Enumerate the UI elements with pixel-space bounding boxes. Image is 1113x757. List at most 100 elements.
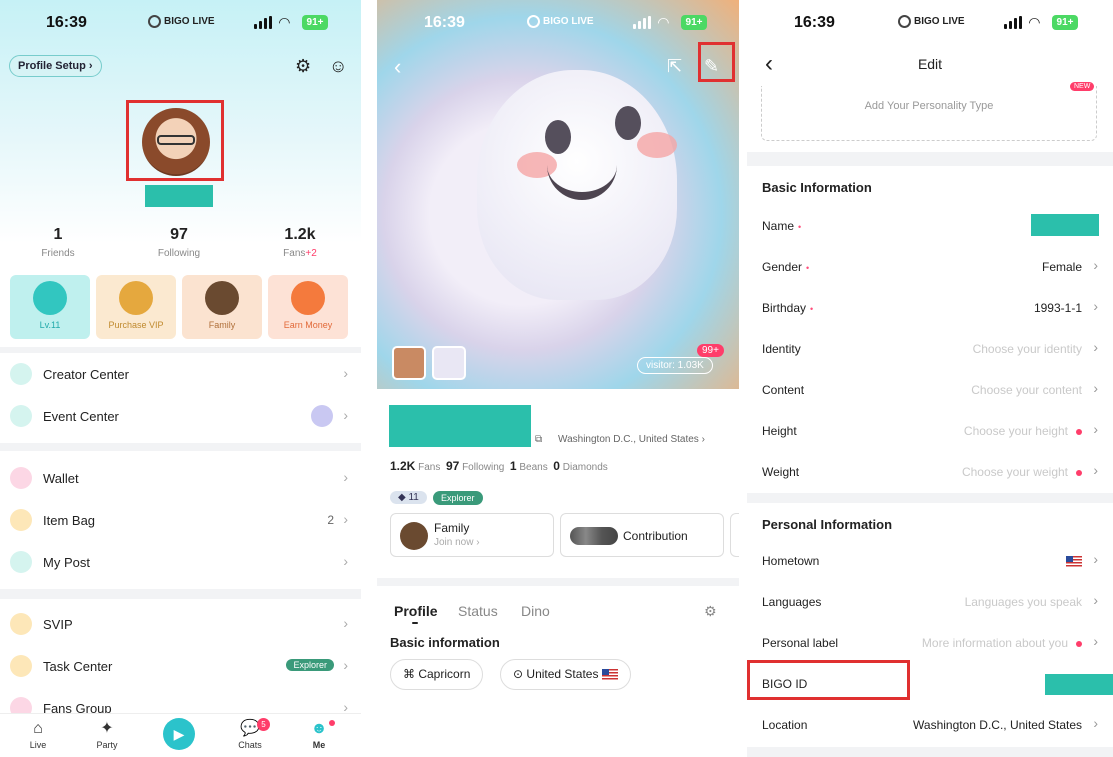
field-identity[interactable]: Identity Choose your identity › [747,329,1113,370]
new-dot [1076,640,1082,647]
stat-label: Fans+2 [260,248,340,259]
status-time: 16:39 [424,14,465,31]
brand-logo: BIGO LIVE [148,15,215,28]
field-birthday[interactable]: Birthday • 1993-1-1 › [747,288,1113,329]
menu-item-event-center[interactable]: Event Center › [0,395,361,437]
tab-me[interactable]: ☻ Me [294,718,344,750]
unread-badge: 99+ [697,344,724,357]
tile-level[interactable]: Lv.11 [10,275,90,339]
bigo-logo-icon [527,15,540,28]
chart-icon [10,363,32,385]
family-icon [400,522,428,550]
personality-label: Add Your Personality Type [864,100,994,112]
field-placeholder: Choose your height [964,424,1082,438]
menu-item-svip[interactable]: SVIP › [0,603,361,645]
count-value: 1.2K [390,459,416,473]
tile-earn-money[interactable]: Earn Money [268,275,348,339]
personality-section: Add Your Personality Type NEW [747,82,1113,152]
tab-chats[interactable]: 💬 Chats 5 [225,718,275,750]
stat-label: Following [157,248,201,259]
brand-text: BIGO LIVE [914,16,965,28]
family-card[interactable]: Family Join now › [390,513,554,557]
menu-item-task-center[interactable]: Task Center Explorer › [0,645,361,687]
photo-thumb-mascot[interactable] [432,346,466,380]
chip-zodiac: ⌘ Capricorn [390,659,484,690]
tab-dino[interactable]: Dino [521,603,550,619]
home-icon: ⌂ [33,720,43,737]
tab-label: Party [96,740,118,750]
visitor-count[interactable]: visitor: 1.03K [637,357,713,374]
menu-label: SVIP [43,617,73,632]
stat-label: Friends [41,248,75,259]
field-value: Female [1041,260,1082,274]
stat-following[interactable]: 97 Following [139,226,219,259]
count-label: Fans [418,462,441,473]
stat-fans[interactable]: 1.2k Fans+2 [260,226,340,259]
field-location[interactable]: Location Washington D.C., United States › [747,705,1113,747]
field-gender[interactable]: Gender • Female › [747,247,1113,288]
field-name[interactable]: Name • [747,206,1113,247]
share-icon[interactable]: ⇱ [667,56,682,77]
profile-setup-button[interactable]: Profile Setup › [9,55,102,77]
us-flag-icon [601,669,618,681]
settings-gear-icon[interactable]: ⚙ [704,603,717,620]
tile-purchase-vip[interactable]: Purchase VIP [96,275,176,339]
menu-item-creator-center[interactable]: Creator Center › [0,353,361,395]
menu-label: Wallet [43,471,79,486]
wallet-icon [10,467,32,489]
menu-item-my-post[interactable]: My Post › [0,541,361,583]
field-height[interactable]: Height Choose your height › [747,411,1113,452]
field-personal-label[interactable]: Personal label More information about you… [747,623,1113,664]
tab-profile[interactable]: Profile [394,603,438,619]
field-label: Weight [762,465,800,479]
contacts-icon[interactable]: ☺ [329,56,347,77]
tab-label: Me [312,740,326,750]
profile-tabs: Profile Status Dino ⚙ [377,578,739,628]
stat-friends[interactable]: 1 Friends [18,226,98,259]
battery-icon: 91+ [681,15,707,30]
chevron-right-icon: › [1093,715,1098,731]
new-dot [1076,469,1082,476]
family-title: Family [434,521,470,535]
personality-type-button[interactable]: Add Your Personality Type [761,86,1097,141]
field-hometown[interactable]: Hometown › [747,541,1113,582]
label-text: Birthday [762,301,807,315]
stat-value: 97 [170,226,188,243]
wifi-icon: ◠ [279,14,290,30]
back-icon[interactable]: ‹ [394,54,401,80]
field-weight[interactable]: Weight Choose your weight › [747,452,1113,493]
profile-location[interactable]: Washington D.C., United States › [558,434,705,445]
field-value [1066,554,1082,568]
status-time: 16:39 [46,14,87,31]
contribution-label: Contribution [623,529,688,543]
tab-label: Live [29,740,47,750]
copy-icon[interactable]: ⧉ [535,434,542,445]
tile-family[interactable]: Family [182,275,262,339]
contribution-card[interactable]: Contribution [560,513,724,557]
chevron-right-icon: › [1093,551,1098,567]
tab-go-live[interactable]: ▶ [154,718,204,750]
next-card[interactable] [730,513,739,557]
name-value-redacted [1031,214,1099,236]
menu-item-wallet[interactable]: Wallet › [0,457,361,499]
field-languages[interactable]: Languages Languages you speak › [747,582,1113,623]
field-placeholder: Choose your content [971,383,1082,397]
me-dot [329,720,335,726]
menu-item-item-bag[interactable]: Item Bag 2 › [0,499,361,541]
bigo-logo-icon [148,15,161,28]
stat-value: 1 [53,226,63,243]
tab-live[interactable]: ⌂ Live [13,718,63,750]
tab-status[interactable]: Status [458,603,498,619]
svip-icon [10,613,32,635]
signal-icon [633,16,653,29]
new-dot [1076,428,1082,435]
settings-gear-icon[interactable]: ⚙ [295,56,311,77]
chevron-right-icon: › [1093,257,1098,273]
fans-delta: +2 [305,248,317,259]
chevron-right-icon: › [343,469,348,485]
highlight-bigo-id-box [747,660,910,700]
tab-party[interactable]: ✦ Party [82,718,132,750]
location-text: Washington D.C., United States [558,434,699,445]
photo-thumb-avatar[interactable] [392,346,426,380]
field-content[interactable]: Content Choose your content › [747,370,1113,411]
